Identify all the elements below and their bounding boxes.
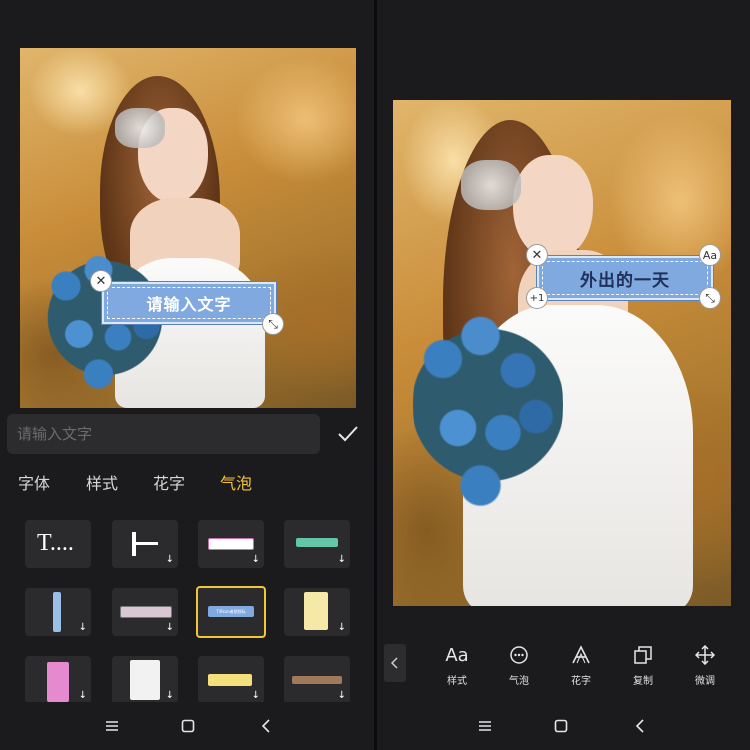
photo-preview — [20, 48, 356, 408]
system-nav-bar — [0, 702, 374, 750]
tool-bubble[interactable]: 气泡 — [494, 640, 544, 687]
tool-copy[interactable]: 复制 — [618, 640, 668, 687]
bubble-option[interactable]: ↓ — [112, 588, 178, 636]
check-icon — [338, 426, 358, 442]
bubble-option[interactable]: ↓ — [198, 520, 264, 568]
bubble-option[interactable]: ↓ — [112, 656, 178, 704]
bubble-option[interactable]: ↓ — [25, 656, 91, 704]
tool-label: 气泡 — [509, 676, 529, 687]
close-icon[interactable]: ✕ — [90, 270, 112, 292]
speech-bubble-icon — [494, 640, 544, 670]
back-chevron-icon[interactable] — [254, 714, 278, 738]
font-style-handle[interactable]: Aa — [699, 244, 721, 266]
bubble-option[interactable]: ↓ — [284, 520, 350, 568]
menu-icon[interactable] — [473, 714, 497, 738]
sticker-toolbar: Aa 样式 气泡 花字 复制 微调 — [377, 640, 750, 696]
fancy-a-icon — [556, 640, 606, 670]
right-screen: 外出的一天 ✕ Aa +1 ⤡ Aa 样式 气泡 花字 复制 微调 — [377, 0, 750, 750]
download-icon: ↓ — [251, 554, 260, 565]
download-icon: ↓ — [337, 554, 346, 565]
bubble-option[interactable]: ↓ — [198, 656, 264, 704]
tab-bubble[interactable]: 气泡 — [220, 470, 252, 494]
download-icon: ↓ — [78, 690, 87, 701]
collapse-button[interactable] — [384, 644, 406, 682]
tool-fine-tune[interactable]: 微调 — [680, 640, 730, 687]
bubble-box[interactable]: 请输入文字 — [102, 282, 276, 324]
system-nav-bar — [377, 702, 750, 750]
bubble-option[interactable]: ↓ — [25, 588, 91, 636]
tab-font[interactable]: 字体 — [18, 470, 50, 494]
tool-style[interactable]: Aa 样式 — [432, 640, 482, 688]
tool-label: 复制 — [633, 676, 653, 687]
copy-icon — [618, 640, 668, 670]
download-icon: ↓ — [337, 622, 346, 633]
tool-label: 花字 — [571, 676, 591, 687]
bubble-box[interactable]: 外出的一天 — [537, 256, 713, 300]
resize-icon[interactable]: ⤡ — [699, 287, 721, 309]
back-chevron-icon — [391, 657, 398, 669]
bubble-thumbnail-text: Tifikon者视频标 — [208, 606, 254, 617]
bubble-option[interactable]: T.... — [25, 520, 91, 568]
photo-preview — [393, 100, 731, 606]
download-icon: ↓ — [337, 690, 346, 701]
close-icon[interactable]: ✕ — [526, 244, 548, 266]
move-arrows-icon — [680, 640, 730, 670]
back-chevron-icon[interactable] — [628, 714, 652, 738]
download-icon: ↓ — [165, 554, 174, 565]
bubble-option[interactable]: ↓ — [284, 588, 350, 636]
resize-icon[interactable]: ⤡ — [262, 313, 284, 335]
download-icon: ↓ — [78, 622, 87, 633]
sticker-text: 请输入文字 — [146, 295, 232, 314]
tab-fancy-text[interactable]: 花字 — [153, 470, 185, 494]
home-square-icon[interactable] — [549, 714, 573, 738]
home-square-icon[interactable] — [176, 714, 200, 738]
tool-fancy-text[interactable]: 花字 — [556, 640, 606, 687]
bubble-option-selected[interactable]: Tifikon者视频标 — [196, 586, 266, 638]
tool-label: 微调 — [695, 676, 715, 687]
text-input[interactable] — [7, 414, 320, 454]
font-aa-icon: Aa — [445, 644, 469, 666]
duplicate-handle[interactable]: +1 — [526, 287, 548, 309]
plus-one-label: +1 — [529, 292, 545, 304]
left-screen: 请输入文字 ✕ ⤡ 字体 样式 花字 气泡 T.... ↓ ↓ ↓ ↓ ↓ — [0, 0, 374, 750]
download-icon: ↓ — [165, 622, 174, 633]
bubble-option[interactable]: ↓ — [112, 520, 178, 568]
bubble-option[interactable]: ↓ — [284, 656, 350, 704]
confirm-button[interactable] — [328, 416, 368, 452]
download-icon: ↓ — [251, 690, 260, 701]
menu-icon[interactable] — [100, 714, 124, 738]
style-tabs: 字体 样式 花字 气泡 — [0, 470, 374, 500]
tab-style[interactable]: 样式 — [86, 470, 118, 494]
sticker-text: 外出的一天 — [580, 270, 670, 291]
text-dots-preview-icon: T.... — [37, 530, 74, 556]
download-icon: ↓ — [165, 690, 174, 701]
tool-label: 样式 — [447, 676, 467, 687]
font-handle-label: Aa — [702, 248, 718, 262]
